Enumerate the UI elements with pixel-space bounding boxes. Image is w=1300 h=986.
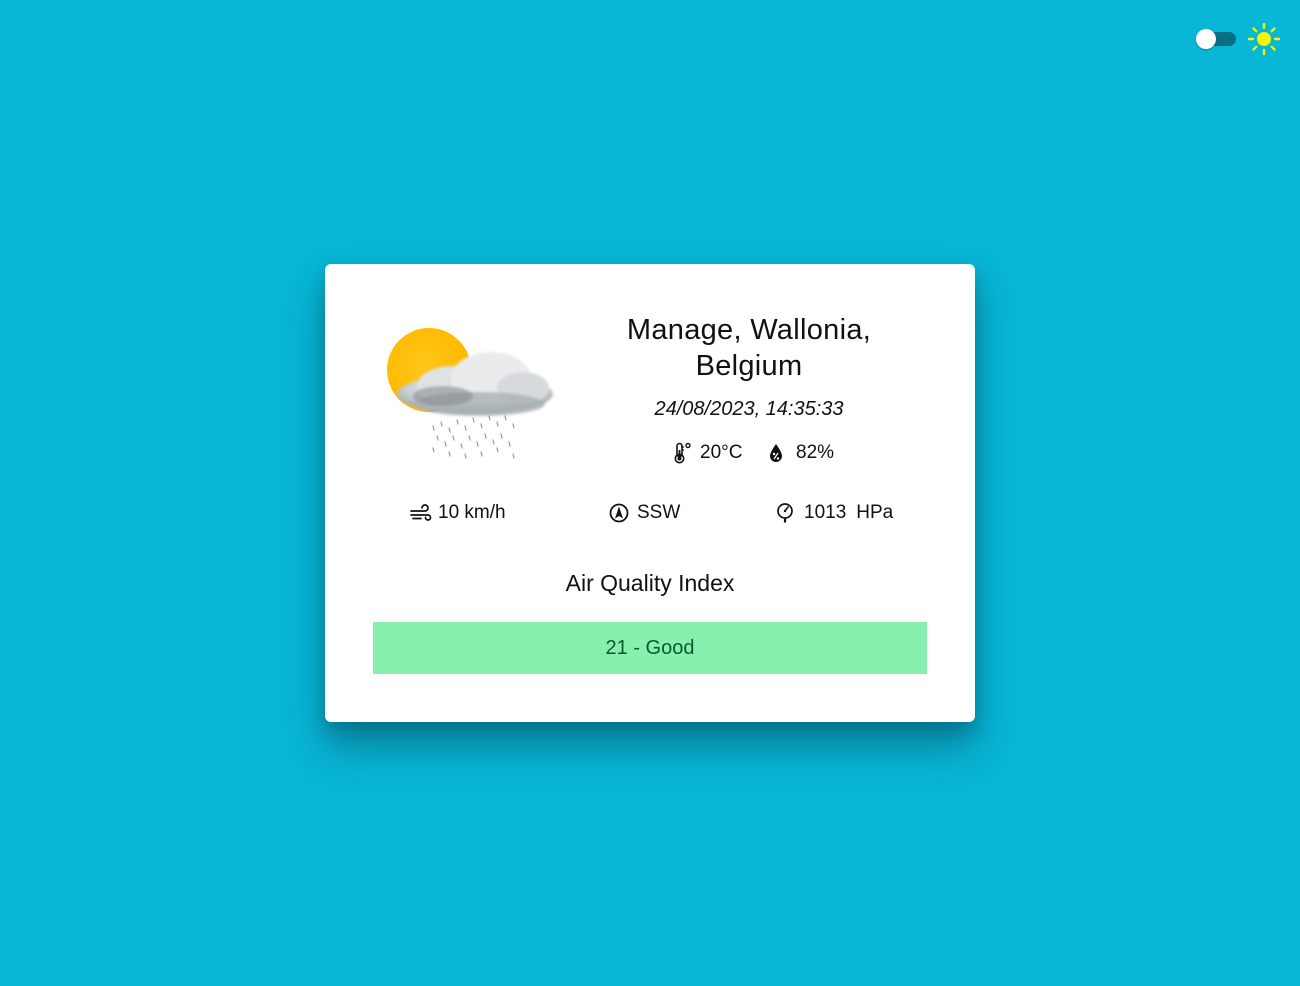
pressure-gauge-icon — [776, 502, 796, 524]
theme-switch-knob — [1196, 29, 1216, 49]
humidity-icon — [768, 442, 788, 464]
wind-speed-stat: 10 km/h — [410, 502, 506, 524]
temperature-stat: 20°C — [672, 442, 742, 464]
wind-direction-value: SSW — [637, 502, 681, 523]
pressure-value: 1013 — [804, 502, 847, 523]
location-name: Manage, Wallonia, Belgium — [626, 314, 872, 382]
temperature-value: 20°C — [700, 442, 743, 463]
date-time: 24/08/2023, 14:35:33 — [654, 398, 844, 420]
humidity-value: 82% — [796, 442, 835, 463]
wind-icon — [410, 502, 432, 524]
thermometer-icon — [672, 442, 692, 464]
weather-card: Manage, Wallonia, Belgium 24/08/2023, 14… — [325, 264, 975, 722]
compass-icon — [609, 502, 629, 524]
theme-switch[interactable] — [1196, 29, 1236, 49]
sun-icon — [1247, 23, 1281, 56]
aqi-title: Air Quality Index — [565, 570, 735, 596]
pressure-unit: HPa — [856, 502, 894, 523]
pressure-stat: 1013 HPa — [776, 502, 893, 524]
aqi-badge: 21 - Good — [373, 622, 927, 674]
humidity-stat: 82% — [768, 442, 834, 464]
wind-speed-value: 10 km/h — [438, 502, 506, 523]
aqi-value: 21 - Good — [605, 636, 695, 659]
theme-toggle — [1196, 23, 1286, 57]
partly-cloudy-rain-icon — [387, 328, 553, 459]
wind-direction-stat: SSW — [609, 502, 680, 524]
